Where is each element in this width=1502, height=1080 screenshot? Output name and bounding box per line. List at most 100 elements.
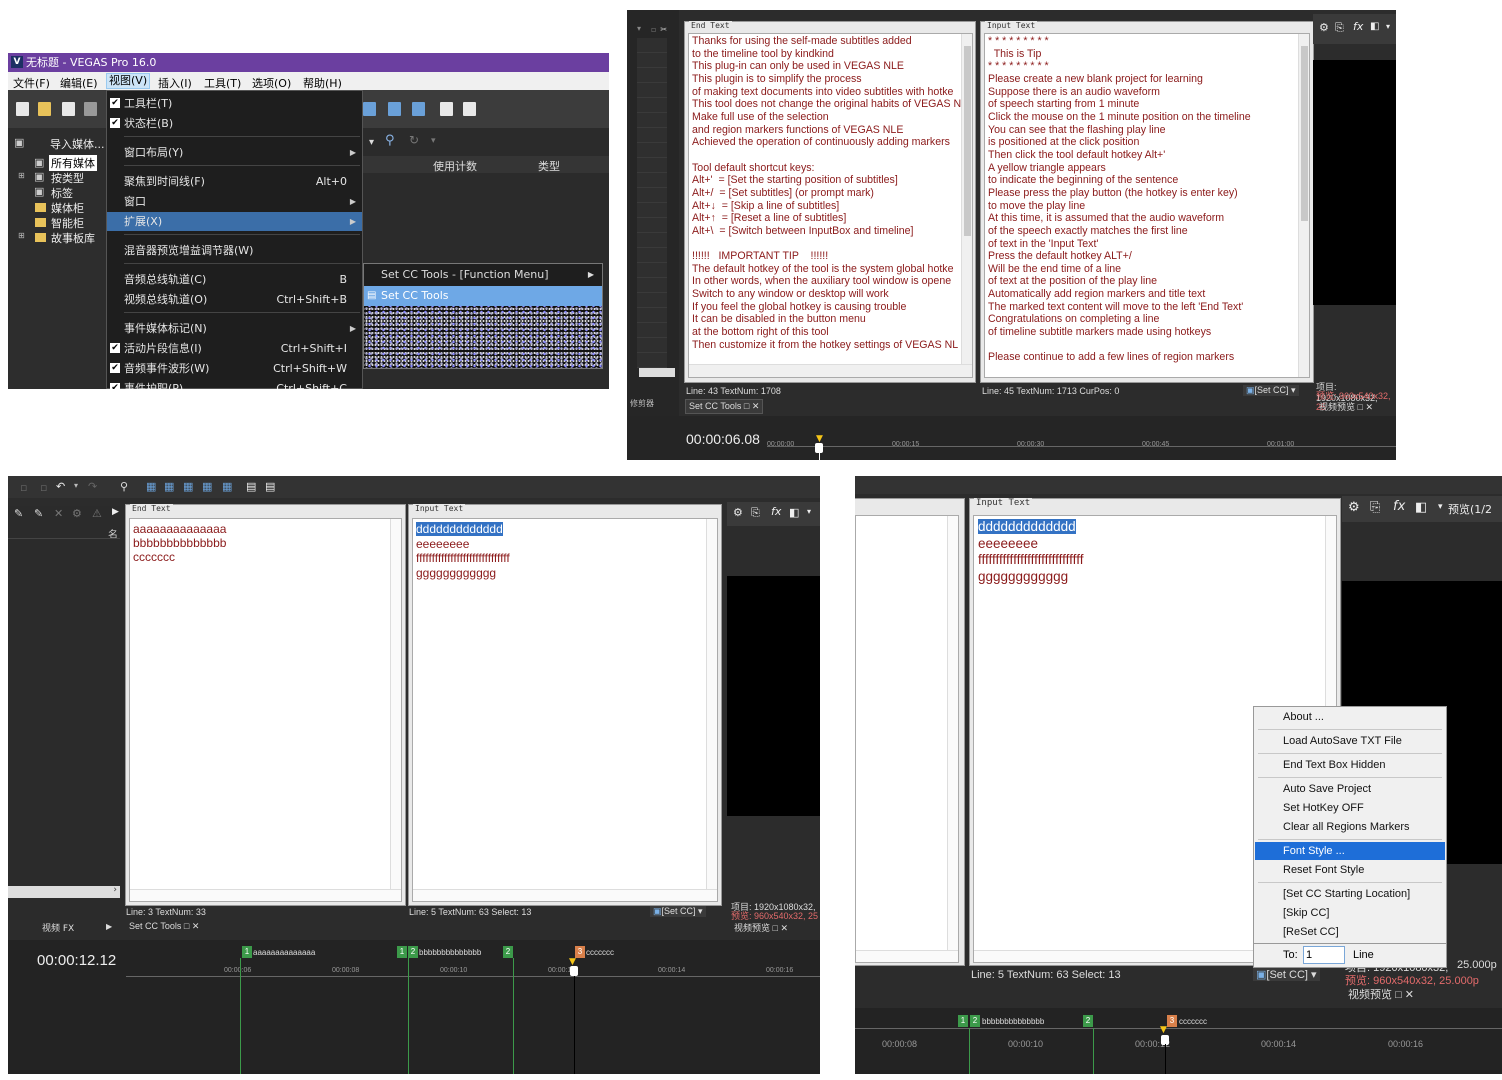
save-icon[interactable] — [62, 102, 75, 116]
region-marker[interactable]: 1 — [242, 946, 252, 958]
tool-icon[interactable]: ✎ — [34, 507, 43, 520]
menu-item-skip-cc[interactable]: [Skip CC] — [1255, 904, 1445, 922]
layout-icon[interactable]: ▦ — [222, 480, 232, 493]
toolbar-icon[interactable]: ✂ — [660, 25, 667, 34]
setcc-button[interactable]: ▣[Set CC] ▾ — [650, 906, 706, 917]
menu-item-active-take-info[interactable]: ✔ 活动片段信息(I) Ctrl+Shift+I — [107, 339, 362, 358]
layout-icon-1[interactable] — [363, 102, 376, 116]
layout-icon-3[interactable] — [412, 102, 425, 116]
scroll-thumb[interactable] — [1301, 46, 1308, 221]
trimmer-tab[interactable]: 修剪器 — [630, 398, 654, 409]
menu-insert[interactable]: 插入(I) — [158, 75, 192, 91]
menu-item-hotkey-off[interactable]: Set HotKey OFF — [1255, 799, 1445, 817]
layout-icon[interactable]: ▦ — [164, 480, 174, 493]
menu-item-audio-bus[interactable]: 音频总线轨道(C) B — [107, 270, 362, 289]
toolbar-icon[interactable]: ▫ — [651, 25, 656, 34]
setcc-button[interactable]: ▣[Set CC] ▾ — [1253, 968, 1320, 981]
time-ruler[interactable] — [126, 976, 820, 977]
expand-icon[interactable]: ⊞ — [18, 231, 25, 240]
gear-icon[interactable]: ⚙ — [1348, 500, 1360, 515]
video-preview-tab[interactable]: 视频预览 □ ✕ — [731, 920, 791, 935]
v-scrollbar[interactable] — [947, 516, 958, 952]
split-icon[interactable]: ◧ — [1415, 500, 1427, 515]
import-icon[interactable]: ▣ — [14, 136, 24, 149]
redo-icon[interactable]: ↷ — [88, 480, 97, 493]
layout-icon[interactable]: ▦ — [202, 480, 212, 493]
region-marker[interactable]: 2 — [970, 1015, 980, 1027]
restore-icon[interactable]: □ — [1395, 989, 1402, 1001]
menu-item-event-fades[interactable]: ✔ 事件护职(P) Ctrl+Shift+C — [107, 379, 362, 389]
split-icon[interactable]: ◧ — [1370, 21, 1379, 32]
restore-icon[interactable]: □ — [184, 921, 189, 931]
video-preview-tab[interactable]: 视频预览 □ ✕ — [1345, 985, 1417, 1003]
region-marker[interactable]: 1 — [397, 946, 407, 958]
menu-item-mixer-preview[interactable]: 混音器预览增益调节器(W) — [107, 241, 362, 260]
chevron-down-icon[interactable]: ▾ — [637, 24, 641, 33]
script-icon[interactable]: ▤ — [265, 480, 275, 493]
end-text-box[interactable]: aaaaaaaaaaaaaa bbbbbbbbbbbbbb ccccccc — [129, 518, 402, 902]
restore-icon[interactable]: □ — [1358, 402, 1363, 412]
chevron-down-icon[interactable]: ▾ — [74, 481, 78, 490]
menu-help[interactable]: 帮助(H) — [303, 75, 342, 91]
h-scrollbar[interactable] — [639, 368, 675, 377]
toolbar-icon[interactable]: ▫ — [40, 481, 47, 494]
scroll-thumb[interactable] — [964, 46, 971, 236]
menu-item-extensions[interactable]: 扩展(X) ▶ — [107, 212, 362, 231]
render-icon[interactable] — [84, 102, 97, 116]
close-icon[interactable]: ✕ — [1405, 989, 1414, 1001]
chevron-down-icon[interactable]: ▾ — [1438, 502, 1443, 512]
setcc-tools-tab[interactable]: Set CC Tools □ ✕ — [685, 399, 764, 414]
close-icon[interactable]: ✕ — [752, 401, 760, 411]
open-folder-icon[interactable] — [38, 102, 51, 116]
import-media-button[interactable]: 导入媒体... — [50, 136, 105, 152]
tool-icon[interactable]: ✎ — [14, 507, 23, 520]
snap-icon[interactable]: ⚲ — [120, 480, 128, 493]
end-text-box[interactable] — [855, 515, 959, 963]
menu-item-setcc-tools[interactable]: ▤ Set CC Tools — [364, 286, 602, 306]
video-fx-tab[interactable]: 视频 FX — [42, 921, 74, 934]
region-marker[interactable]: 2 — [1083, 1015, 1093, 1027]
video-preview-tab[interactable]: 视频预览 □ ✕ — [1316, 399, 1376, 414]
properties-icon[interactable] — [440, 102, 453, 116]
copy-icon[interactable]: ⎘ — [751, 506, 760, 520]
menu-view[interactable]: 视图(V) — [106, 73, 151, 89]
setcc-tools-tab[interactable]: Set CC Tools □ ✕ — [126, 920, 202, 933]
menu-item-reset-font-style[interactable]: Reset Font Style — [1255, 861, 1445, 879]
v-scrollbar[interactable] — [390, 519, 401, 889]
menu-item-event-media-markers[interactable]: 事件媒体标记(N) ▶ — [107, 319, 362, 338]
close-icon[interactable]: ✕ — [780, 923, 788, 933]
tree-tags[interactable]: 标签 — [51, 185, 73, 201]
menu-item-toolbar[interactable]: ✔ 工具栏(T) — [107, 94, 362, 113]
gear-icon[interactable]: ⚙ — [733, 506, 743, 519]
restore-icon[interactable]: □ — [773, 923, 778, 933]
tree-by-type[interactable]: 按类型 — [51, 170, 84, 186]
region-marker[interactable]: 2 — [503, 946, 513, 958]
input-text-box[interactable]: ddddddddddddd eeeeeeee fffffffffffffffffff… — [412, 518, 718, 902]
end-text-box[interactable]: Thanks for using the self-made subtitles… — [688, 33, 973, 378]
tree-storyboard[interactable]: 故事板库 — [51, 230, 95, 246]
region-marker[interactable]: 3 — [575, 946, 585, 958]
v-scrollbar[interactable] — [1298, 34, 1309, 377]
preview-quality-dropdown[interactable]: 预览(1/2 — [1448, 501, 1492, 517]
dropdown-icon[interactable]: ▾ — [369, 137, 374, 148]
copy-icon[interactable]: ⎘ — [1370, 500, 1380, 515]
region-marker[interactable]: 3 — [1167, 1015, 1177, 1027]
menu-item-focus-timeline[interactable]: 聚焦到时间线(F) Alt+0 — [107, 172, 362, 191]
gear-icon[interactable]: ⚙ — [1319, 21, 1329, 34]
menu-item-video-bus[interactable]: 视频总线轨道(O) Ctrl+Shift+B — [107, 290, 362, 309]
scroll-right-icon[interactable]: ▶ — [112, 507, 119, 517]
col-usage-count[interactable]: 使用计数 — [433, 158, 477, 174]
restore-icon[interactable]: □ — [744, 401, 749, 411]
layout-icon-2[interactable] — [388, 102, 401, 116]
h-scrollbar[interactable] — [689, 364, 972, 377]
fx-icon[interactable]: fx — [1393, 499, 1405, 514]
input-text-box[interactable]: * * * * * * * * * This is Tip * * * * * *… — [984, 33, 1310, 378]
menu-item-set-cc-start[interactable]: [Set CC Starting Location] — [1255, 885, 1445, 903]
new-file-icon[interactable] — [16, 102, 29, 116]
tool-icon[interactable]: ✕ — [54, 507, 63, 520]
tool-icon[interactable]: ⚙ — [72, 507, 82, 520]
menu-item-statusbar[interactable]: ✔ 状态栏(B) — [107, 114, 362, 133]
menu-edit[interactable]: 编辑(E) — [60, 75, 98, 91]
h-scrollbar[interactable] — [413, 889, 717, 901]
scroll-right-icon[interactable]: › — [113, 885, 117, 895]
